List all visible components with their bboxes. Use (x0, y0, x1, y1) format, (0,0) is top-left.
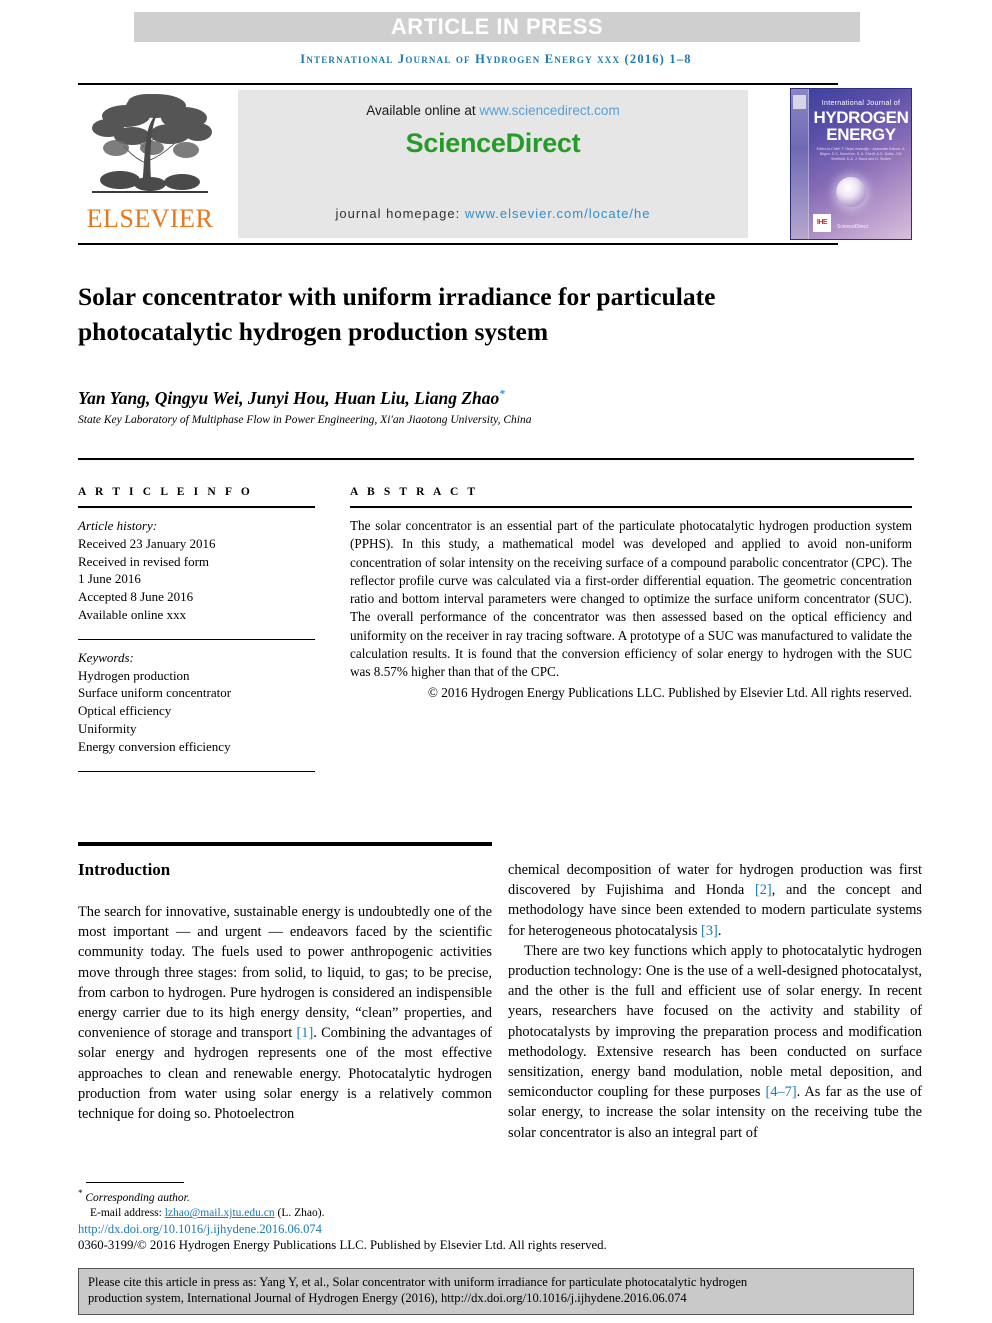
doi-link[interactable]: http://dx.doi.org/10.1016/j.ijhydene.201… (78, 1222, 678, 1237)
sciencedirect-url-link[interactable]: www.sciencedirect.com (479, 103, 619, 118)
email-label: E-mail address: (90, 1207, 165, 1220)
footnote-block: * Corresponding author. E-mail address: … (78, 1186, 508, 1222)
cover-spine-logo-icon (793, 95, 806, 109)
citation-reference-4-7[interactable]: [4–7] (765, 1084, 796, 1100)
abstract-text: The solar concentrator is an essential p… (350, 518, 912, 680)
journal-homepage-label: journal homepage: (335, 206, 465, 221)
keyword-item: Energy conversion efficiency (78, 738, 231, 754)
issn-copyright-line: 0360-3199/© 2016 Hydrogen Energy Publica… (78, 1238, 607, 1252)
abstract-copyright: © 2016 Hydrogen Energy Publications LLC.… (427, 684, 912, 700)
corresponding-author-label: Corresponding author. (85, 1191, 190, 1204)
elsevier-logo: ELSEVIER (78, 88, 226, 238)
keywords-block: Keywords: Hydrogen production Surface un… (78, 649, 315, 756)
section-heavy-rule (78, 842, 492, 846)
email-link[interactable]: lzhao@mail.xjtu.edu.cn (165, 1207, 275, 1219)
article-info-heading: A R T I C L E I N F O (78, 486, 253, 498)
section-heading-introduction: Introduction (78, 860, 171, 879)
cover-line-energy: ENERGY (826, 125, 896, 144)
paragraph-text-part: . (717, 922, 722, 939)
email-suffix: (L. Zhao). (274, 1207, 325, 1220)
cover-ihe-badge: IHE (813, 214, 831, 232)
running-head: International Journal of Hydrogen Energy… (300, 52, 692, 66)
cite-line-1: Please cite this article in press as: Ya… (88, 1275, 748, 1289)
article-history-item: 1 June 2016 (78, 571, 141, 587)
article-page: ARTICLE IN PRESS International Journal o… (0, 0, 992, 1323)
paragraph-text-part: There are two key functions which apply … (508, 942, 922, 1101)
article-history-item: Available online xxx (78, 606, 187, 622)
citation-reference-2[interactable]: [2] (755, 882, 772, 898)
corresponding-author-note: * Corresponding author. (78, 1186, 508, 1206)
asterisk-icon: * (78, 1188, 83, 1198)
abstract-section: A B S T R A C T The solar concentrator i… (350, 486, 912, 702)
masthead: ELSEVIER Available online at www.science… (78, 88, 912, 240)
abstract-rule (350, 506, 912, 508)
cover-line-hydrogen: HYDROGEN (813, 108, 909, 127)
cover-editors-text: Editor-in-Chief: T. Nejat Veziroğlu · As… (816, 147, 906, 161)
author-list: Yan Yang, Qingyu Wei, Junyi Hou, Huan Li… (78, 388, 838, 409)
keyword-item: Uniformity (78, 720, 137, 736)
body-paragraph: The search for innovative, sustainable e… (78, 902, 492, 1124)
citation-reference-3[interactable]: [3] (701, 923, 718, 939)
cover-orb-graphic (836, 177, 866, 207)
article-info-section: A R T I C L E I N F O Article history: R… (78, 486, 315, 772)
keyword-item: Hydrogen production (78, 667, 190, 683)
sciencedirect-wordmark: ScienceDirect (405, 128, 581, 158)
cover-line-international-journal: International Journal of (821, 100, 901, 107)
article-history-item: Received 23 January 2016 (78, 535, 216, 551)
article-history-label: Article history: (78, 518, 158, 533)
article-info-rule (78, 506, 315, 508)
author-names: Yan Yang, Qingyu Wei, Junyi Hou, Huan Li… (78, 388, 500, 408)
masthead-bottom-rule (78, 243, 838, 245)
page-title: Solar concentrator with uniform irradian… (78, 282, 716, 347)
masthead-top-rule (78, 83, 838, 85)
corresponding-author-marker: * (499, 388, 505, 401)
email-note: E-mail address: lzhao@mail.xjtu.edu.cn (… (78, 1206, 508, 1222)
keywords-top-rule (78, 638, 315, 640)
body-paragraph: chemical decomposition of water for hydr… (508, 860, 922, 941)
available-online-line: Available online at www.sciencedirect.co… (238, 103, 748, 118)
available-online-label: Available online at (366, 103, 480, 118)
affiliation: State Key Laboratory of Multiphase Flow … (78, 414, 532, 426)
article-history-item: Accepted 8 June 2016 (78, 589, 194, 605)
keywords-bottom-rule (78, 770, 315, 772)
sciencedirect-panel: Available online at www.sciencedirect.co… (238, 90, 748, 238)
journal-cover-image: International Journal of HYDROGEN ENERGY… (790, 88, 912, 240)
keywords-label: Keywords: (78, 649, 134, 665)
article-in-press-banner: ARTICLE IN PRESS (134, 12, 860, 42)
journal-homepage-line: journal homepage: www.elsevier.com/locat… (238, 206, 748, 221)
journal-homepage-link[interactable]: www.elsevier.com/locate/he (465, 206, 651, 221)
body-paragraph: There are two key functions which apply … (508, 941, 922, 1143)
body-column-right: chemical decomposition of water for hydr… (508, 860, 922, 1143)
article-in-press-label: ARTICLE IN PRESS (390, 14, 604, 39)
cover-sciencedirect-mark: ScienceDirect (837, 224, 868, 230)
cite-this-article-box: Please cite this article in press as: Ya… (78, 1268, 914, 1315)
abstract-heading: A B S T R A C T (350, 486, 479, 498)
article-history-block: Article history: Received 23 January 201… (78, 517, 315, 624)
paragraph-text-part: The search for innovative, sustainable e… (78, 904, 492, 1042)
authors-bottom-rule (78, 458, 914, 460)
elsevier-tree-icon (86, 90, 214, 202)
keyword-item: Optical efficiency (78, 703, 172, 719)
elsevier-wordmark: ELSEVIER (86, 204, 214, 233)
footnote-rule (86, 1182, 184, 1183)
article-history-item: Received in revised form (78, 553, 210, 569)
cite-line-2: production system, International Journal… (88, 1291, 687, 1305)
body-column-left: Introduction The search for innovative, … (78, 860, 492, 1124)
citation-reference-1[interactable]: [1] (296, 1025, 313, 1041)
keyword-item: Surface uniform concentrator (78, 685, 232, 701)
